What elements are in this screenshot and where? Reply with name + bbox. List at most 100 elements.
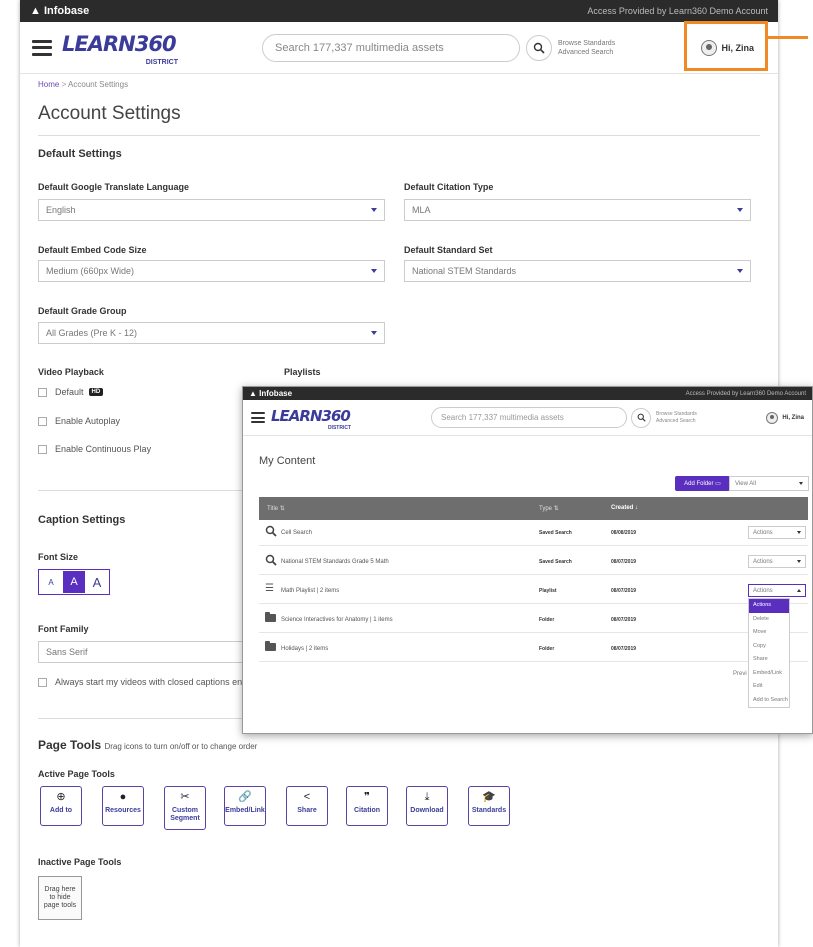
actions-dropdown-menu: Actions Delete Move Copy Share Embed/Lin…: [748, 598, 790, 708]
google-translate-select[interactable]: English: [38, 199, 385, 221]
tool-label: Download: [410, 807, 444, 814]
advanced-search-link[interactable]: Advanced Search: [656, 418, 697, 425]
menu-item-add-to-search[interactable]: Add to Search: [749, 694, 789, 708]
breadcrumb-current: Account Settings: [68, 80, 129, 89]
share-icon: <: [303, 791, 311, 803]
logo-wordmark: LEARN360: [271, 406, 351, 425]
menu-item-actions[interactable]: Actions: [749, 599, 789, 613]
autoplay-label: Enable Autoplay: [55, 416, 121, 426]
chevron-down-icon: [797, 560, 801, 563]
column-title[interactable]: Title ⇅: [267, 505, 285, 512]
browse-standards-link[interactable]: Browse Standards: [558, 39, 615, 48]
search-button[interactable]: [631, 407, 651, 428]
menu-icon[interactable]: [251, 412, 265, 423]
column-created[interactable]: Created ↓: [611, 505, 638, 511]
autoplay-checkbox[interactable]: [38, 416, 47, 426]
infobase-logo[interactable]: ▲ Infobase: [30, 5, 89, 17]
menu-item-delete[interactable]: Delete: [749, 613, 789, 627]
font-family-value: Sans Serif: [46, 647, 88, 657]
learn360-logo[interactable]: LEARN360 DISTRICT: [271, 405, 361, 431]
row-title[interactable]: Cell Search: [281, 530, 312, 536]
search-links: Browse Standards Advanced Search: [656, 411, 697, 425]
tool-resources[interactable]: ● Resources: [102, 786, 144, 826]
row-actions-select[interactable]: Actions: [748, 555, 806, 568]
graduation-cap-icon: 🎓: [482, 791, 496, 803]
grade-group-select[interactable]: All Grades (Pre K - 12): [38, 322, 385, 344]
row-title[interactable]: Holidays | 2 items: [281, 646, 328, 652]
tool-label: Add to: [49, 807, 73, 814]
tool-standards[interactable]: 🎓 Standards: [468, 786, 510, 826]
table-row[interactable]: Holidays | 2 items Folder 08/07/2019: [259, 636, 808, 662]
search-placeholder: Search 177,337 multimedia assets: [275, 41, 444, 54]
autoplay-option[interactable]: Enable Autoplay: [38, 416, 120, 426]
menu-icon[interactable]: [32, 39, 52, 56]
search-input[interactable]: Search 177,337 multimedia assets: [431, 407, 627, 428]
row-actions-value: Actions: [753, 558, 773, 565]
tool-download[interactable]: ⤓ Download: [406, 786, 448, 826]
tool-share[interactable]: < Share: [286, 786, 328, 826]
font-size-small-button[interactable]: A: [40, 571, 62, 593]
menu-item-copy[interactable]: Copy: [749, 640, 789, 654]
view-filter-select[interactable]: View All: [729, 476, 809, 491]
row-actions-select[interactable]: Actions: [748, 526, 806, 539]
column-type[interactable]: Type ⇅: [539, 505, 559, 512]
continuous-play-label: Enable Continuous Play: [55, 444, 152, 454]
search-button[interactable]: [526, 34, 552, 61]
citation-type-select[interactable]: MLA: [404, 199, 751, 221]
search-icon: [637, 413, 646, 422]
browse-standards-link[interactable]: Browse Standards: [656, 411, 697, 418]
table-row[interactable]: ☰ Math Playlist | 2 items Playlist 08/07…: [259, 578, 808, 604]
access-text: Access Provided by Learn360 Demo Account: [685, 390, 806, 397]
citation-type-label: Default Citation Type: [404, 182, 494, 192]
inactive-drop-zone[interactable]: Drag here to hide page tools: [38, 876, 82, 920]
page-tools-heading-row: Page Tools Drag icons to turn on/off or …: [38, 738, 257, 752]
tool-custom-segment[interactable]: ✂ Custom Segment: [164, 786, 206, 830]
font-size-large-button[interactable]: A: [86, 571, 108, 593]
chevron-down-icon: [371, 208, 377, 212]
row-type: Playlist: [539, 588, 557, 594]
menu-item-move[interactable]: Move: [749, 626, 789, 640]
search-placeholder: Search 177,337 multimedia assets: [441, 413, 564, 422]
menu-item-edit[interactable]: Edit: [749, 680, 789, 694]
search-input[interactable]: Search 177,337 multimedia assets: [262, 33, 520, 62]
tool-embed-link[interactable]: 🔗 Embed/Link: [224, 786, 266, 826]
tool-add-to[interactable]: ⊕ Add to: [40, 786, 82, 826]
top-bar: ▲ Infobase Access Provided by Learn360 D…: [20, 0, 778, 22]
folder-icon: [265, 612, 277, 624]
default-checkbox[interactable]: [38, 387, 47, 397]
table-row[interactable]: Cell Search Saved Search 08/08/2019 Acti…: [259, 520, 808, 546]
font-size-medium-button[interactable]: A: [63, 571, 85, 593]
row-title[interactable]: Science Interactives for Anatomy | 1 ite…: [281, 617, 393, 623]
table-row[interactable]: National STEM Standards Grade 5 Math Sav…: [259, 549, 808, 575]
row-title[interactable]: National STEM Standards Grade 5 Math: [281, 559, 389, 565]
advanced-search-link[interactable]: Advanced Search: [558, 48, 615, 57]
row-title[interactable]: Math Playlist | 2 items: [281, 588, 339, 594]
tool-label: Custom Segment: [170, 807, 200, 822]
continuous-play-option[interactable]: Enable Continuous Play: [38, 444, 151, 454]
menu-item-share[interactable]: Share: [749, 653, 789, 667]
quote-icon: ❞: [364, 791, 370, 803]
always-cc-option[interactable]: Always start my videos with closed capti…: [38, 677, 247, 687]
learn360-logo[interactable]: LEARN360 DISTRICT: [62, 30, 192, 66]
add-folder-button[interactable]: Add Folder ▭: [675, 476, 730, 491]
font-family-label: Font Family: [38, 624, 89, 634]
tool-citation[interactable]: ❞ Citation: [346, 786, 388, 826]
default-playback-option[interactable]: Default HD: [38, 387, 104, 397]
row-date: 08/07/2019: [611, 559, 637, 565]
infobase-logo[interactable]: ▲ Infobase: [249, 389, 292, 398]
table-row[interactable]: Science Interactives for Anatomy | 1 ite…: [259, 607, 808, 633]
infobase-label: Infobase: [259, 389, 293, 398]
always-cc-checkbox[interactable]: [38, 677, 47, 687]
continuous-play-checkbox[interactable]: [38, 444, 47, 454]
pagination-previous[interactable]: Previ: [733, 671, 747, 677]
row-actions-select[interactable]: Actions: [748, 584, 806, 597]
embed-size-select[interactable]: Medium (660px Wide): [38, 260, 385, 282]
tool-label: Resources: [105, 807, 141, 814]
user-menu[interactable]: Hi, Zina: [766, 411, 804, 424]
chevron-down-icon: [371, 269, 377, 273]
standard-set-select[interactable]: National STEM Standards: [404, 260, 751, 282]
menu-item-embed-link[interactable]: Embed/Link: [749, 667, 789, 681]
row-type: Folder: [539, 617, 555, 623]
font-family-select[interactable]: Sans Serif: [38, 641, 268, 663]
breadcrumb-home-link[interactable]: Home: [38, 80, 59, 89]
